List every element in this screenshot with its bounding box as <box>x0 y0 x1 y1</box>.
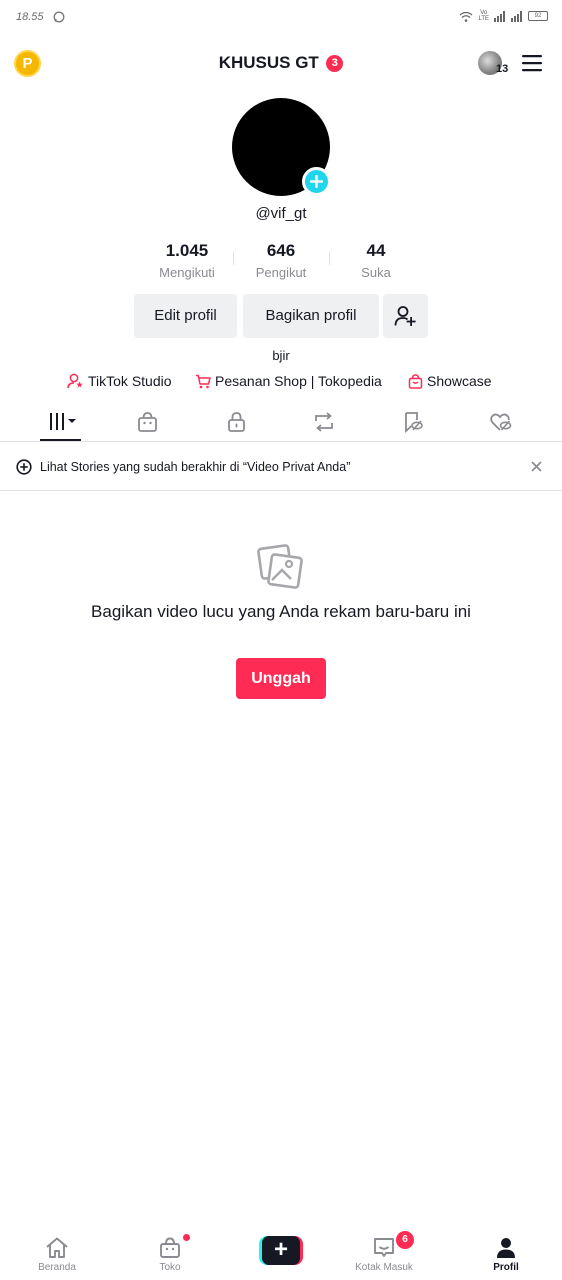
stat-value: 44 <box>366 241 386 260</box>
shop-notification-dot <box>183 1234 190 1241</box>
close-icon[interactable] <box>530 460 543 473</box>
stat-label: Suka <box>361 265 391 280</box>
tiktok-studio-link[interactable]: TikTok Studio <box>67 373 172 389</box>
hamburger-menu-icon[interactable] <box>522 54 542 72</box>
active-tab-indicator <box>40 439 81 441</box>
stat-value: 1.045 <box>165 241 209 260</box>
shopping-bag-icon <box>408 373 423 389</box>
tab-videos[interactable] <box>31 404 91 442</box>
nav-label: Toko <box>159 1262 181 1273</box>
create-plus-icon: + <box>262 1236 300 1265</box>
link-label: TikTok Studio <box>88 373 172 389</box>
content-tabs <box>0 404 562 442</box>
nav-profile[interactable]: Profil <box>466 1228 546 1280</box>
shopping-cart-icon <box>196 374 211 388</box>
stat-label: Mengikuti <box>159 265 215 280</box>
lock-icon <box>228 412 245 432</box>
battery-icon: 92 <box>528 11 548 21</box>
status-bar: 18.55 Vo LTE 92 <box>0 0 562 36</box>
system-icons: Vo LTE 92 <box>459 10 548 22</box>
link-label: Pesanan Shop | Tokopedia <box>215 373 382 389</box>
link-label: Showcase <box>427 373 492 389</box>
plus-icon <box>310 175 323 188</box>
shop-bag-icon <box>138 412 157 432</box>
upload-button[interactable]: Unggah <box>236 658 326 699</box>
notification-badge: 3 <box>326 54 344 72</box>
stories-banner-text: Lihat Stories yang sudah berakhir di “Vi… <box>40 460 351 474</box>
page-title[interactable]: KHUSUS GT <box>219 53 319 72</box>
stories-add-icon <box>16 459 32 475</box>
add-user-icon <box>394 306 416 326</box>
stat-label: Pengikut <box>255 265 307 280</box>
stat-value: 646 <box>266 241 296 260</box>
whatsapp-icon <box>53 11 65 23</box>
nav-label: Kotak Masuk <box>355 1262 413 1273</box>
inbox-icon <box>374 1238 394 1257</box>
profile-links: TikTok Studio Pesanan Shop | Tokopedia S… <box>0 373 562 393</box>
tab-private[interactable] <box>207 404 267 442</box>
tab-liked[interactable] <box>471 404 531 442</box>
home-icon <box>46 1237 68 1258</box>
stat-following[interactable]: 1.045 Mengikuti <box>137 241 237 280</box>
profile-stats: 1.045 Mengikuti 646 Pengikut 44 Suka <box>0 241 562 283</box>
create-button[interactable]: + <box>259 1236 303 1265</box>
status-time: 18.55 <box>16 11 44 23</box>
volte-icon: Vo LTE <box>478 10 489 22</box>
edit-profile-button[interactable]: Edit profil <box>134 294 237 338</box>
videos-grid-icon <box>50 413 76 430</box>
nav-label: Beranda <box>38 1262 76 1273</box>
add-avatar-button[interactable] <box>302 167 331 196</box>
tab-shop[interactable] <box>118 404 178 442</box>
friends-count: 13 <box>496 63 509 75</box>
signal-icon <box>494 10 505 22</box>
photo-gallery-icon <box>257 544 303 589</box>
nav-label: Profil <box>493 1262 519 1273</box>
empty-state-title: Bagikan video lucu yang Anda rekam baru-… <box>91 602 471 621</box>
tab-saved[interactable] <box>383 404 443 442</box>
shop-icon <box>160 1237 180 1258</box>
profile-actions: Edit profil Bagikan profil <box>0 294 562 338</box>
username: @vif_gt <box>255 205 307 222</box>
creator-star-icon <box>67 373 83 389</box>
stat-likes[interactable]: 44 Suka <box>326 241 426 280</box>
signal-icon-2 <box>511 10 522 22</box>
nav-home[interactable]: Beranda <box>17 1228 97 1280</box>
add-friend-button[interactable] <box>383 294 428 338</box>
shop-orders-link[interactable]: Pesanan Shop | Tokopedia <box>195 373 382 389</box>
stat-followers[interactable]: 646 Pengikut <box>231 241 331 280</box>
profile-icon <box>497 1238 515 1258</box>
liked-heart-icon <box>490 413 512 431</box>
wifi-icon <box>460 11 473 22</box>
inbox-badge: 6 <box>396 1231 414 1249</box>
share-profile-button[interactable]: Bagikan profil <box>243 294 379 338</box>
profile-header: P KHUSUS GT 3 13 <box>0 40 562 86</box>
bio: bjir <box>272 348 290 363</box>
bookmark-icon <box>405 412 423 433</box>
nav-shop[interactable]: Toko <box>130 1228 210 1280</box>
repost-icon <box>315 412 333 432</box>
showcase-link[interactable]: Showcase <box>408 373 492 389</box>
stories-banner[interactable]: Lihat Stories yang sudah berakhir di “Vi… <box>0 443 562 491</box>
tab-reposts[interactable] <box>294 404 354 442</box>
